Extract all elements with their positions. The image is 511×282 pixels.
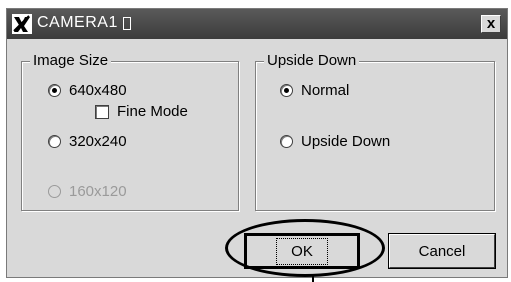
window-title: CAMERA1 (37, 14, 118, 31)
radio-upside-down-control[interactable] (280, 135, 293, 148)
callout-pointer (312, 276, 314, 282)
radio-160x120: 160x120 (48, 183, 127, 200)
cancel-button-label: Cancel (418, 242, 466, 260)
upside-down-group: Upside Down Normal Upside Down (255, 52, 495, 211)
radio-640x480-control[interactable] (48, 84, 61, 97)
title-placeholder-icon (123, 17, 131, 30)
radio-160x120-label: 160x120 (69, 183, 127, 200)
fine-mode-label: Fine Mode (117, 103, 188, 120)
radio-640x480-label: 640x480 (69, 82, 127, 99)
radio-320x240[interactable]: 320x240 (48, 133, 127, 150)
title-bar[interactable]: CAMERA1 x (7, 9, 507, 39)
radio-640x480[interactable]: 640x480 (48, 82, 127, 99)
radio-upside-down-label: Upside Down (301, 133, 391, 150)
radio-320x240-control[interactable] (48, 135, 61, 148)
camera-app-icon (12, 14, 32, 34)
radio-normal-label: Normal (301, 82, 350, 99)
ok-highlight-ellipse (225, 219, 385, 277)
radio-upside-down[interactable]: Upside Down (280, 133, 390, 150)
upside-down-group-label: Upside Down (264, 52, 360, 70)
fine-mode-checkbox[interactable]: Fine Mode (95, 103, 188, 120)
radio-normal-control[interactable] (280, 84, 293, 97)
radio-160x120-control (48, 185, 61, 198)
cancel-button[interactable]: Cancel (388, 233, 496, 269)
image-size-group: Image Size 640x480 Fine Mode 320x240 160… (21, 52, 239, 211)
close-button[interactable]: x (481, 15, 501, 33)
radio-320x240-label: 320x240 (69, 133, 127, 150)
fine-mode-checkbox-control[interactable] (95, 104, 109, 119)
image-size-group-label: Image Size (30, 52, 112, 70)
radio-normal[interactable]: Normal (280, 82, 349, 99)
